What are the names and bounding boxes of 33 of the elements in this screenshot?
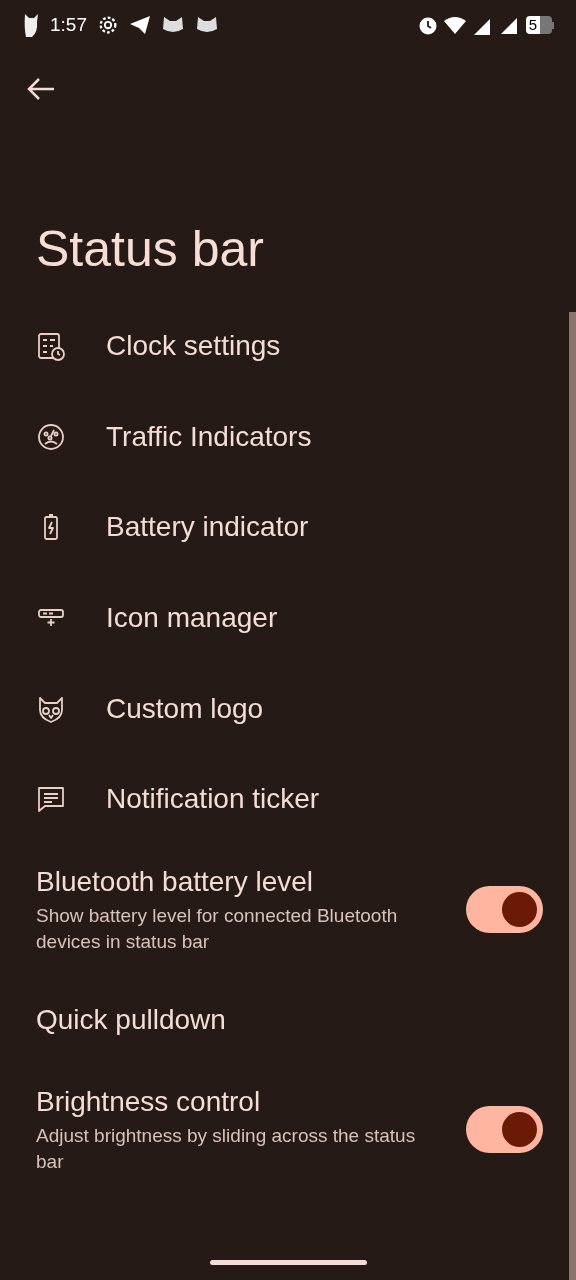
clock-time: 1:57 — [50, 12, 87, 37]
settings-item[interactable]: Icon manager — [0, 572, 568, 664]
settings-item[interactable]: Clock settings — [0, 301, 568, 392]
settings-item[interactable]: Battery indicator — [0, 482, 568, 573]
item-label: Custom logo — [106, 691, 264, 726]
cat-icon — [161, 15, 185, 35]
item-summary: Adjust brightness by sliding across the status bar — [36, 1123, 417, 1174]
settings-icon — [97, 14, 119, 36]
page-title: Status bar — [35, 220, 265, 279]
item-label: Icon manager — [106, 601, 278, 636]
calendar-clock-icon — [36, 331, 66, 362]
item-label: Traffic Indicators — [106, 419, 312, 454]
toggle-switch[interactable] — [466, 1106, 543, 1154]
settings-item[interactable]: Notification ticker — [0, 753, 568, 845]
gauge-icon — [36, 421, 66, 452]
battery-icon — [540, 16, 554, 34]
message-icon — [36, 784, 66, 815]
toggle-switch[interactable] — [466, 886, 543, 934]
item-label: Notification ticker — [106, 782, 320, 817]
battery-level: 5 — [525, 16, 540, 34]
item-label: Quick pulldown — [36, 1002, 226, 1037]
paper-plane-icon — [129, 15, 151, 35]
item-label: Brightness control — [36, 1084, 262, 1119]
item-summary: Show battery level for connected Bluetooth devices in status bar — [36, 903, 399, 954]
settings-item[interactable]: Quick pulldown — [0, 974, 568, 1065]
settings-item[interactable]: Custom logo — [0, 663, 568, 754]
item-label: Bluetooth battery level — [36, 864, 315, 899]
cat-icon — [195, 15, 219, 35]
settings-item[interactable]: Traffic Indicators — [0, 391, 568, 483]
item-label: Clock settings — [106, 329, 281, 364]
scrollbar[interactable] — [569, 312, 576, 1280]
item-label: Battery indicator — [106, 510, 309, 545]
wifi-icon — [443, 16, 466, 34]
